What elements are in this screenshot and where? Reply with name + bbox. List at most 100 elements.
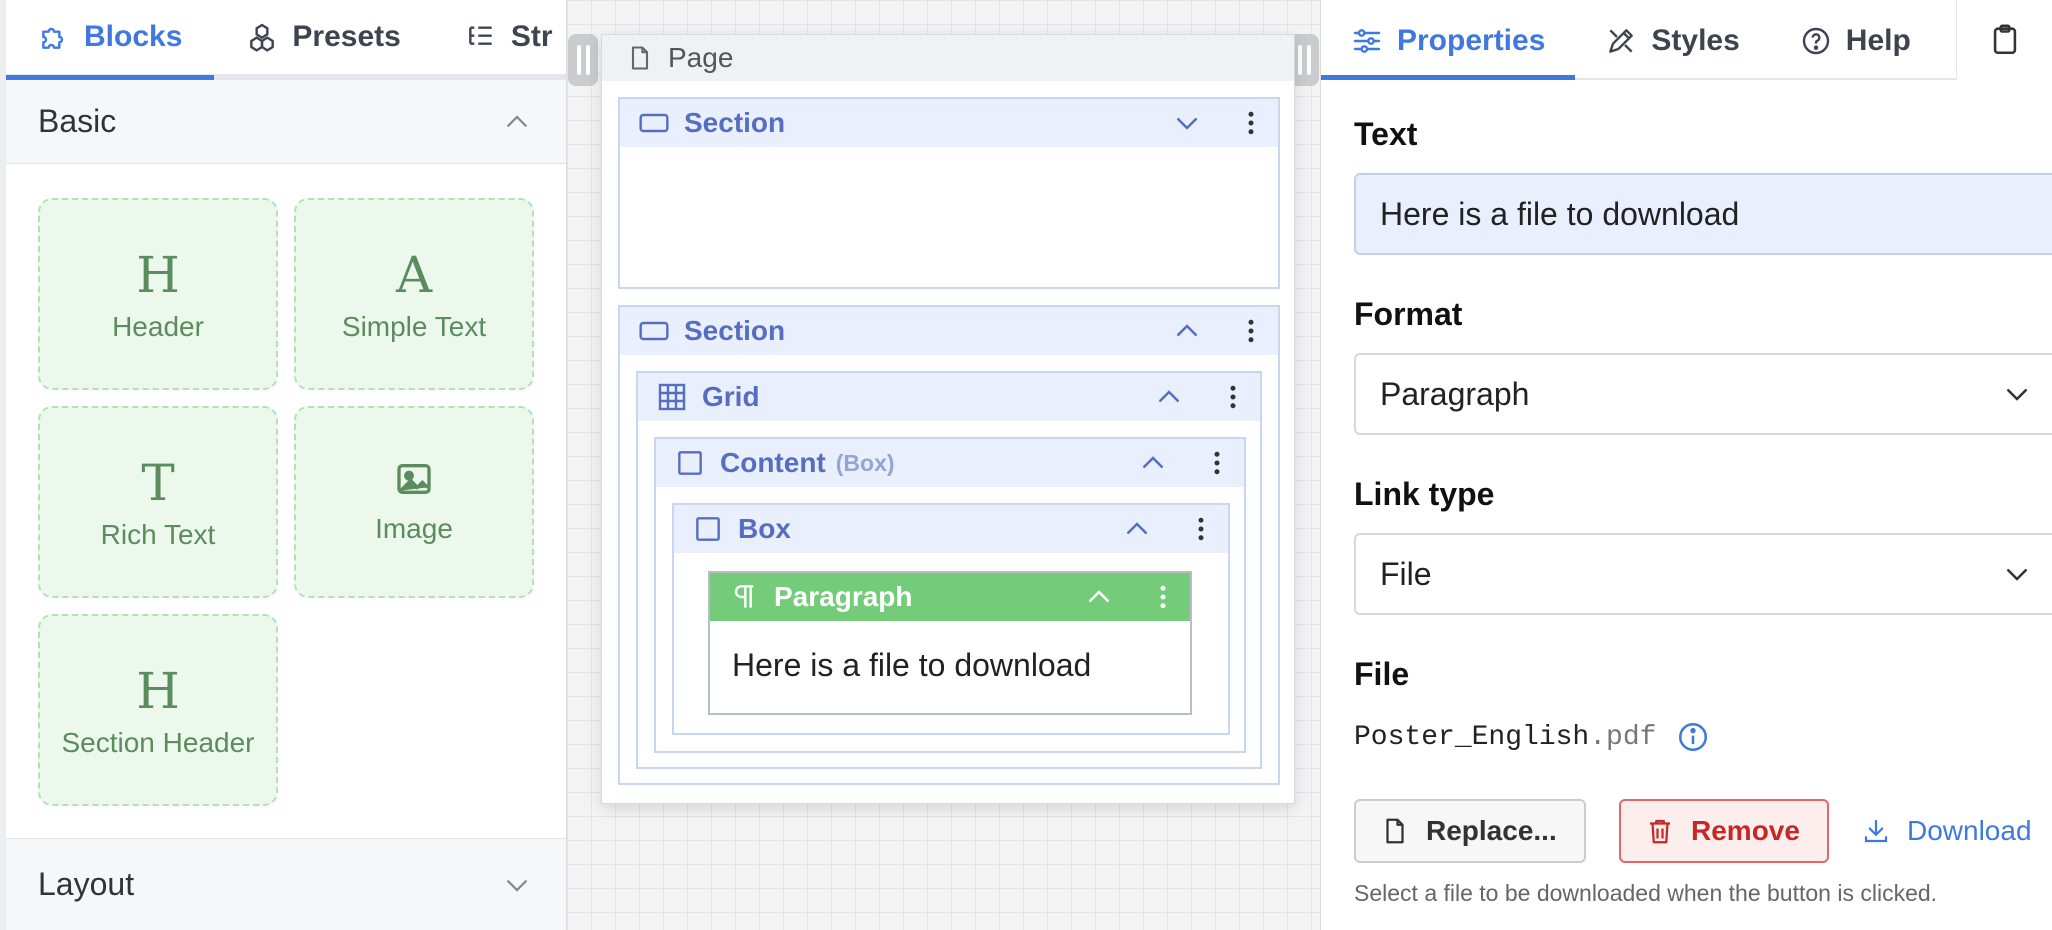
tab-blocks[interactable]: Blocks [6,0,215,80]
presets-icon [250,23,275,52]
paragraph-node-text[interactable]: Here is a file to download [710,621,1190,710]
file-icon [1386,818,1404,844]
section-icon [639,321,669,341]
section-node-2-label: Section [684,315,786,346]
more-vertical-icon[interactable] [1148,582,1178,612]
layout-section-header[interactable]: Layout [6,838,566,930]
section-header-glyph-icon: H [136,662,180,720]
chevron-up-icon[interactable] [1122,514,1152,544]
section-node-2-header[interactable]: Section [620,307,1278,355]
paragraph-node[interactable]: Paragraph Here is a file to download [708,571,1192,715]
tab-presets[interactable]: Presets [214,0,432,74]
tab-presets-label: Presets [292,20,401,53]
tab-styles[interactable]: Styles [1575,4,1769,78]
file-name-ext: .pdf [1589,721,1657,753]
content-box-node[interactable]: Content (Box) Box Paragraph Here is a fi… [654,437,1246,753]
file-name: Poster_English.pdf [1354,722,1656,753]
chevron-up-icon[interactable] [1138,448,1168,478]
tab-structure[interactable]: Str [433,0,566,74]
download-button[interactable]: Download [1851,799,2032,863]
block-header[interactable]: H Header [38,198,278,390]
chevron-down-icon [2007,569,2027,581]
clipboard-icon [1993,24,2016,55]
download-icon [1864,819,1888,843]
left-resize-handle[interactable] [568,34,598,86]
trash-icon [1650,819,1670,844]
chevron-up-icon[interactable] [1154,382,1184,412]
box-node-label: Box [738,513,791,544]
link-type-label: Link type [1354,476,1495,512]
blocks-grid: H Header A Simple Text T Rich Text Image… [6,164,566,839]
tab-blocks-label: Blocks [84,20,183,53]
more-vertical-icon[interactable] [1202,448,1232,478]
block-image[interactable]: Image [294,406,534,598]
image-icon [397,464,431,494]
file-name-base: Poster_English [1354,721,1590,753]
help-circle-icon [1802,27,1829,55]
replace-button[interactable]: Replace... [1354,799,1586,863]
info-icon[interactable] [1676,720,1710,754]
block-section-header[interactable]: H Section Header [38,614,278,806]
paragraph-node-label: Paragraph [774,581,913,612]
puzzle-icon [42,27,64,49]
tab-properties-label: Properties [1397,24,1546,57]
section-node-1-label: Section [684,107,786,138]
chevron-up-icon[interactable] [1084,582,1114,612]
chevron-down-icon[interactable] [1172,108,1202,138]
grid-node[interactable]: Grid Content (Box) Box Paragraph Here is… [636,371,1262,769]
format-select[interactable]: Paragraph [1354,353,2052,435]
basic-section-header[interactable]: Basic [6,80,566,164]
tree-list-icon [468,26,492,45]
file-property: File [1354,656,2052,693]
right-tab-bar: Properties Styles Help [1321,0,2052,80]
page-header[interactable]: Page [602,35,1294,81]
block-header-label: Header [112,311,204,342]
link-type-select[interactable]: File [1354,533,2052,615]
tab-properties[interactable]: Properties [1321,4,1576,80]
content-box-node-label: Content [720,447,826,478]
tab-help[interactable]: Help [1770,4,1941,78]
file-label: File [1354,656,1410,692]
sliders-icon [1353,29,1381,53]
box-node-header[interactable]: Box [674,505,1228,553]
chevron-up-icon[interactable] [1172,316,1202,346]
grid-node-label: Grid [702,381,760,412]
block-simple-text[interactable]: A Simple Text [294,198,534,390]
chevron-down-icon [507,879,527,892]
section-node-2[interactable]: Section Grid Content (Box) Box Paragraph… [618,305,1280,785]
text-input[interactable]: Here is a file to download [1354,173,2052,255]
text-property: Text Here is a file to download [1354,116,2052,255]
block-rich-text-label: Rich Text [100,519,216,550]
pilcrow-icon [734,585,754,608]
content-box-node-sublabel: (Box) [835,449,895,476]
block-simple-text-label: Simple Text [341,311,487,342]
box-node[interactable]: Box Paragraph Here is a file to download [672,503,1230,735]
paragraph-node-header[interactable]: Paragraph [710,573,1190,621]
box-icon [678,451,702,475]
format-select-value: Paragraph [1380,375,1530,412]
more-vertical-icon[interactable] [1236,108,1266,138]
section-node-1[interactable]: Section [618,97,1280,289]
more-vertical-icon[interactable] [1186,514,1216,544]
more-vertical-icon[interactable] [1236,316,1266,346]
section-node-1-header[interactable]: Section [620,99,1278,147]
file-name-row: Poster_English.pdf [1354,720,1710,754]
more-vertical-icon[interactable] [1218,382,1248,412]
block-section-header-label: Section Header [61,727,255,758]
page-title: Page [668,42,734,73]
content-box-node-header[interactable]: Content (Box) [656,439,1244,487]
block-image-label: Image [375,513,453,544]
editor-canvas: Page Section Section Grid Content (Box) … [567,0,1320,930]
tab-structure-label: Str [510,20,553,53]
box-icon [696,517,720,541]
remove-button-label: Remove [1691,815,1800,846]
header-glyph-icon: H [136,246,180,304]
format-property: Format Paragraph [1354,296,2052,435]
simple-text-glyph-icon: A [395,246,433,304]
remove-button[interactable]: Remove [1619,799,1829,863]
clipboard-button[interactable] [1956,0,2052,80]
file-help-text: Select a file to be downloaded when the … [1354,880,1938,906]
chevron-down-icon [2007,389,2027,401]
block-rich-text[interactable]: T Rich Text [38,406,278,598]
grid-node-header[interactable]: Grid [638,373,1260,421]
